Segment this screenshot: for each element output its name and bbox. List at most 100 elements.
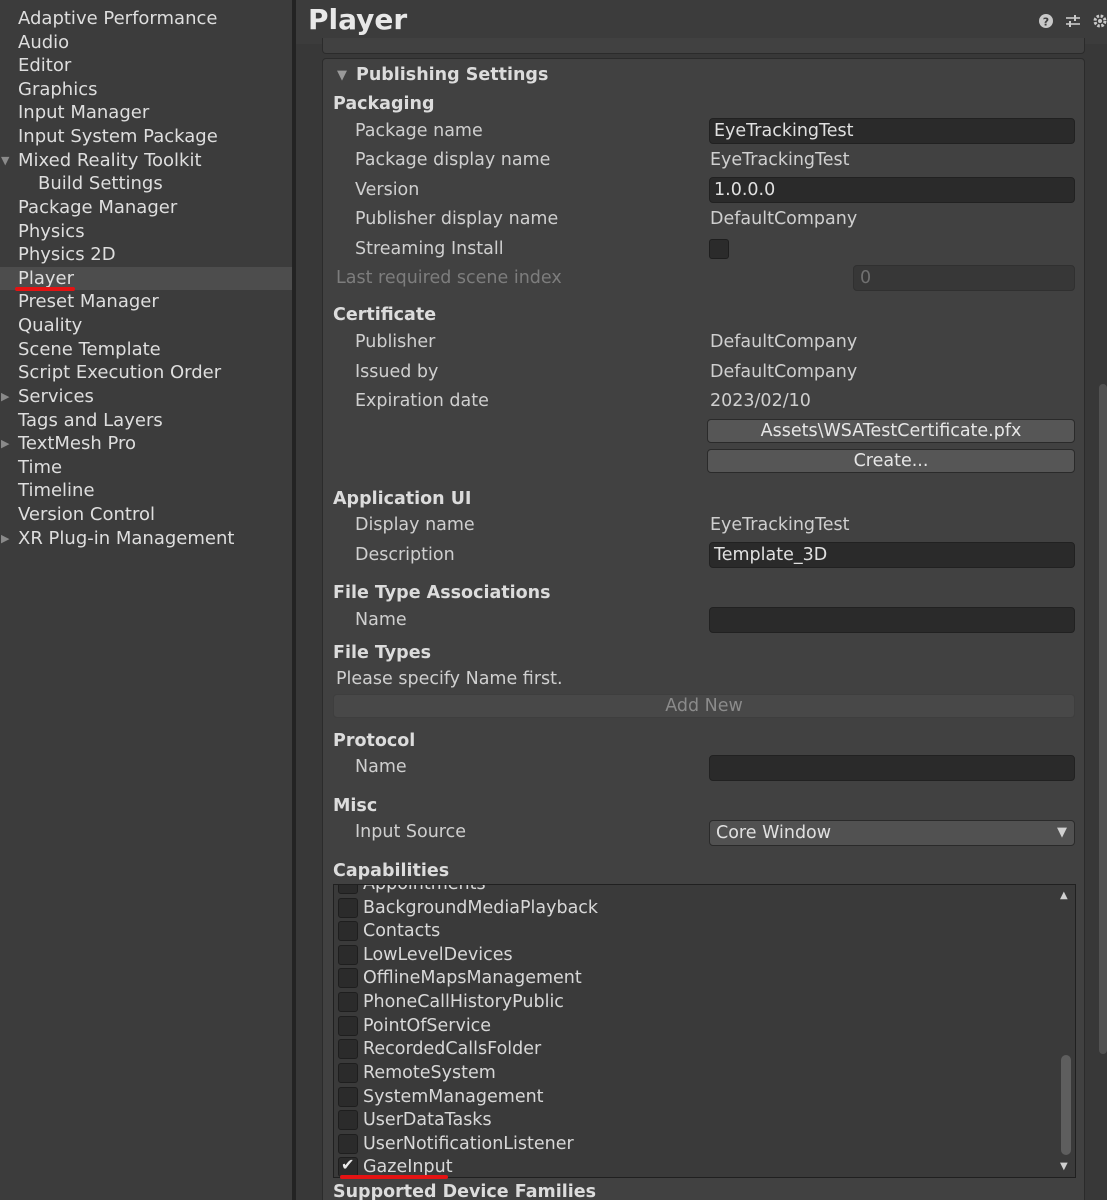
file-types-hint: Please specify Name first.	[336, 669, 563, 689]
gear-icon[interactable]	[1092, 13, 1107, 33]
inspector-scrollbar[interactable]	[1099, 384, 1107, 1054]
sidebar-item-label: Adaptive Performance	[18, 8, 218, 29]
capability-checkbox[interactable]	[338, 897, 358, 918]
sidebar-item-input-system-package[interactable]: Input System Package	[0, 125, 292, 149]
capability-checkbox[interactable]	[338, 944, 358, 965]
add-new-file-type-button[interactable]: Add New	[333, 694, 1075, 718]
application-ui-heading: Application UI	[333, 489, 472, 509]
sidebar-item-services[interactable]: ▶ Services	[0, 385, 292, 409]
protocol-heading: Protocol	[333, 731, 416, 751]
capability-checkbox[interactable]	[338, 992, 358, 1013]
expand-arrow-right-icon[interactable]: ▶	[1, 385, 13, 409]
capability-userdatatasks[interactable]: UserDataTasks	[334, 1109, 1054, 1133]
sidebar-item-label: Physics 2D	[18, 244, 116, 266]
sidebar-item-script-execution-order[interactable]: Script Execution Order	[0, 361, 292, 385]
sidebar-item-build-settings[interactable]: Build Settings	[0, 172, 292, 196]
capability-lowleveldevices[interactable]: LowLevelDevices	[334, 944, 1054, 968]
sidebar-item-quality[interactable]: Quality	[0, 314, 292, 338]
issued-by-value: DefaultCompany	[710, 362, 858, 382]
sidebar-item-label: Graphics	[18, 78, 98, 100]
capability-pointofservice[interactable]: PointOfService	[334, 1015, 1054, 1039]
expand-arrow-right-icon[interactable]: ▶	[1, 527, 13, 551]
capability-label: PointOfService	[363, 1015, 492, 1036]
sidebar-item-label: Mixed Reality Toolkit	[18, 149, 202, 171]
capabilities-scroll-thumb[interactable]	[1061, 1055, 1071, 1155]
description-field[interactable]: Template_3D	[709, 542, 1075, 568]
package-display-name-value: EyeTrackingTest	[710, 150, 850, 170]
player-highlight-underline	[15, 287, 75, 291]
sidebar-item-textmesh-pro[interactable]: ▶ TextMesh Pro	[0, 432, 292, 456]
capability-checkbox[interactable]	[338, 1133, 358, 1154]
file-type-name-field[interactable]	[709, 607, 1075, 633]
sidebar-item-label: Build Settings	[38, 173, 163, 195]
version-field[interactable]: 1.0.0.0	[709, 177, 1075, 203]
expand-arrow-down-icon[interactable]: ▼	[1, 149, 13, 173]
sidebar-item-physics-2d[interactable]: Physics 2D	[0, 243, 292, 267]
expand-arrow-right-icon[interactable]: ▶	[1, 432, 13, 456]
capability-checkbox[interactable]	[338, 921, 358, 942]
package-display-name-label: Package display name	[355, 150, 551, 170]
protocol-name-field[interactable]	[709, 755, 1075, 781]
capabilities-scrollbar[interactable]: ▲ ▼	[1057, 885, 1075, 1177]
capability-checkbox[interactable]	[338, 1086, 358, 1107]
sidebar-item-package-manager[interactable]: Package Manager	[0, 196, 292, 220]
capability-checkbox[interactable]	[338, 1062, 358, 1083]
input-source-dropdown[interactable]: Core Window ▼	[709, 820, 1075, 846]
capability-checkbox[interactable]	[338, 968, 358, 989]
publishing-settings-foldout[interactable]: Publishing Settings	[356, 65, 548, 85]
sidebar-item-mixed-reality-toolkit[interactable]: ▼ Mixed Reality Toolkit	[0, 149, 292, 173]
sidebar-item-physics[interactable]: Physics	[0, 220, 292, 244]
input-source-label: Input Source	[355, 822, 466, 842]
certificate-publisher-value: DefaultCompany	[710, 332, 858, 352]
capability-appointments[interactable]: Appointments	[334, 885, 1054, 897]
splitter[interactable]	[292, 0, 296, 1200]
capability-systemmanagement[interactable]: SystemManagement	[334, 1086, 1054, 1110]
help-icon[interactable]: ?	[1038, 13, 1054, 33]
package-name-field[interactable]: EyeTrackingTest	[709, 118, 1075, 144]
foldout-expanded-icon[interactable]: ▼	[337, 68, 347, 83]
sidebar-item-editor[interactable]: Editor	[0, 54, 292, 78]
create-certificate-button[interactable]: Create...	[707, 449, 1075, 473]
sidebar-item-preset-manager[interactable]: Preset Manager	[0, 290, 292, 314]
capability-label: OfflineMapsManagement	[363, 968, 582, 989]
expiration-date-value: 2023/02/10	[710, 391, 811, 411]
capability-recordedcallsfolder[interactable]: RecordedCallsFolder	[334, 1038, 1054, 1062]
capability-usernotificationlistener[interactable]: UserNotificationListener	[334, 1133, 1054, 1157]
capability-phonecallhistorypublic[interactable]: PhoneCallHistoryPublic	[334, 991, 1054, 1015]
display-name-label: Display name	[355, 515, 475, 535]
sidebar-item-label: Input Manager	[18, 102, 150, 124]
sidebar-item-graphics[interactable]: Graphics	[0, 78, 292, 102]
capability-contacts[interactable]: Contacts	[334, 920, 1054, 944]
capabilities-list[interactable]: Appointments BackgroundMediaPlayback Conta…	[333, 884, 1076, 1178]
capability-label: LowLevelDevices	[363, 944, 513, 965]
sidebar-item-label: Audio	[18, 31, 70, 53]
checkmark-icon: ✔	[341, 1155, 355, 1175]
streaming-install-label: Streaming Install	[355, 239, 504, 259]
scroll-up-icon[interactable]: ▲	[1060, 890, 1068, 901]
certificate-file-button[interactable]: Assets\WSATestCertificate.pfx	[707, 419, 1075, 443]
capability-checkbox[interactable]	[338, 1110, 358, 1131]
project-settings-sidebar: Adaptive Performance Audio Editor Graphics I…	[0, 0, 292, 1200]
sidebar-item-tags-and-layers[interactable]: Tags and Layers	[0, 409, 292, 433]
capability-checkbox[interactable]	[338, 885, 358, 894]
capability-remotesystem[interactable]: RemoteSystem	[334, 1062, 1054, 1086]
sidebar-item-scene-template[interactable]: Scene Template	[0, 338, 292, 362]
sidebar-item-time[interactable]: Time	[0, 456, 292, 480]
capability-checkbox[interactable]	[338, 1015, 358, 1036]
capabilities-heading: Capabilities	[333, 861, 450, 881]
sidebar-item-input-manager[interactable]: Input Manager	[0, 101, 292, 125]
sidebar-item-xr-plug-in-management[interactable]: ▶ XR Plug-in Management	[0, 527, 292, 551]
last-required-scene-index-label: Last required scene index	[336, 268, 562, 288]
sidebar-item-adaptive-performance[interactable]: Adaptive Performance	[0, 7, 292, 31]
capability-checkbox[interactable]	[338, 1039, 358, 1060]
preset-sliders-icon[interactable]	[1065, 13, 1081, 33]
sidebar-item-timeline[interactable]: Timeline	[0, 479, 292, 503]
scroll-down-icon[interactable]: ▼	[1060, 1161, 1068, 1172]
capability-backgroundmediaplayback[interactable]: BackgroundMediaPlayback	[334, 897, 1054, 921]
sidebar-item-version-control[interactable]: Version Control	[0, 503, 292, 527]
streaming-install-checkbox[interactable]	[709, 239, 729, 259]
capability-label: PhoneCallHistoryPublic	[363, 992, 564, 1013]
sidebar-item-audio[interactable]: Audio	[0, 31, 292, 55]
capability-offlinemapsmanagement[interactable]: OfflineMapsManagement	[334, 967, 1054, 991]
publisher-display-name-value: DefaultCompany	[710, 209, 858, 229]
